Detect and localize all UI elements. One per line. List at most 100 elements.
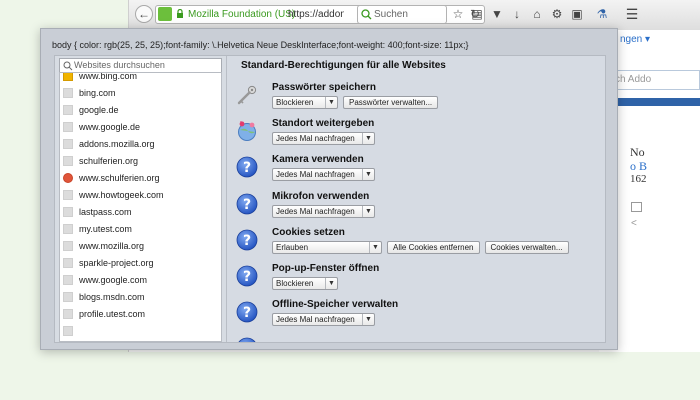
hamburger-menu-icon[interactable]: ☰ (625, 7, 639, 21)
blank-favicon-icon (63, 122, 73, 132)
permissions-panel: body { color: rgb(25, 25, 25);font-famil… (40, 28, 618, 350)
site-list-item[interactable]: www.bing.com (60, 73, 221, 86)
site-name: www.schulferien.org (79, 173, 160, 183)
site-list-item[interactable]: blogs.msdn.com (60, 290, 221, 307)
settings-gear-icon[interactable]: ⚙ (550, 7, 564, 21)
permission-select-value: Jedes Mal nachfragen (276, 206, 355, 216)
developer-tools-icon[interactable]: ⚗ (595, 7, 609, 21)
blank-favicon-icon (63, 275, 73, 285)
site-name: addons.mozilla.org (79, 139, 155, 149)
svg-text:?: ? (243, 197, 251, 213)
site-list-item[interactable] (60, 324, 221, 341)
question-icon: ? (236, 156, 258, 178)
permission-title: Standort weitergeben (272, 118, 375, 130)
site-list-item[interactable]: schulferien.org (60, 154, 221, 171)
permission-controls: Erlauben ▼ Alle Cookies entfernen Cookies v… (272, 240, 574, 255)
permission-action-button[interactable]: Passwörter verwalten... (343, 96, 439, 109)
question-icon: ? (236, 337, 258, 342)
site-name: blogs.msdn.com (79, 292, 145, 302)
site-list-item[interactable]: my.utest.com (60, 222, 221, 239)
site-name: sparkle-project.org (79, 258, 154, 268)
svg-text:?: ? (243, 341, 251, 342)
search-box[interactable]: Suchen (357, 5, 447, 24)
site-list-item[interactable]: www.google.de (60, 120, 221, 137)
permission-select-value: Jedes Mal nachfragen (276, 134, 355, 144)
blank-favicon-icon (63, 241, 73, 251)
permission-controls: Blockieren ▼ Passwörter verwalten... (272, 96, 443, 110)
site-list-item[interactable]: google.de (60, 103, 221, 120)
site-list-item[interactable]: lastpass.com (60, 205, 221, 222)
schulferien-favicon-icon (63, 173, 73, 183)
search-engine-icon (361, 9, 372, 20)
site-list-item[interactable]: www.howtogeek.com (60, 188, 221, 205)
key-icon (236, 84, 258, 106)
site-identity[interactable]: Mozilla Foundation (US) (188, 9, 295, 20)
permission-controls: Jedes Mal nachfragen ▼ (272, 204, 380, 219)
page-header-band (608, 98, 700, 106)
blank-favicon-icon (63, 326, 73, 336)
blank-favicon-icon (63, 292, 73, 302)
question-icon: ? (236, 193, 258, 215)
blank-favicon-icon (63, 88, 73, 98)
blank-favicon-icon (63, 190, 73, 200)
page-search-input[interactable]: ch Addo (610, 70, 700, 90)
page-language-link[interactable]: ngen ▾ (620, 34, 650, 45)
permission-title: Pop-up-Fenster öffnen (272, 263, 380, 274)
permission-title: Passwörter speichern (272, 82, 376, 93)
permission-select[interactable]: Erlauben ▼ (272, 240, 382, 254)
permission-action-button[interactable]: Cookies verwalten... (484, 240, 569, 254)
permission-select[interactable]: Blockieren ▼ (272, 277, 338, 290)
back-arrow-icon: ← (138, 7, 150, 21)
permission-row: ? Kamera verwenden Jedes Mal nachfragen ▼ (234, 154, 604, 190)
site-list-item[interactable]: addons.mozilla.org (60, 137, 221, 154)
permission-select[interactable]: Jedes Mal nachfragen ▼ (272, 168, 375, 182)
site-name: bing.com (79, 88, 116, 98)
svg-text:?: ? (243, 305, 251, 321)
page-link-text[interactable]: o B (630, 159, 647, 174)
permission-select-value: Jedes Mal nachfragen (276, 170, 355, 180)
site-name: schulferien.org (79, 156, 139, 166)
permission-action-button[interactable]: Alle Cookies entfernen (387, 240, 480, 254)
permissions-pane: Standard-Berechtigungen für alle Website… (226, 56, 605, 342)
permission-select[interactable]: Jedes Mal nachfragen ▼ (272, 313, 375, 327)
site-name: www.howtogeek.com (79, 190, 164, 200)
back-button[interactable]: ← (135, 5, 153, 23)
site-list-item[interactable]: www.mozilla.org (60, 239, 221, 256)
search-placeholder: Suchen (374, 9, 408, 20)
site-name: www.mozilla.org (79, 241, 145, 251)
permission-controls: Blockieren ▼ (272, 277, 343, 291)
question-icon: ? (236, 301, 258, 323)
permission-select-value: Jedes Mal nachfragen (276, 315, 355, 325)
question-icon: ? (236, 229, 258, 251)
downloads-icon[interactable]: ↓ (510, 7, 524, 21)
browser-toolbar: ← Mozilla Foundation (US) https://addons… (129, 0, 700, 31)
sites-pane: Websites durchsuchen www.bing.com bing.co… (55, 56, 227, 342)
home-icon[interactable]: ⌂ (530, 7, 544, 21)
site-list-item[interactable]: bing.com (60, 86, 221, 103)
chat-icon[interactable]: ▣ (570, 7, 584, 21)
permission-select-value: Blockieren (276, 279, 314, 288)
site-list[interactable]: www.bing.com bing.com google.de www.google.… (59, 72, 222, 342)
permission-select[interactable]: Jedes Mal nachfragen ▼ (272, 204, 375, 218)
permission-controls: Jedes Mal nachfragen ▼ (272, 168, 380, 182)
bing-favicon-icon (63, 73, 73, 81)
pocket-icon[interactable]: ▼ (490, 7, 504, 21)
permission-row: ? Offline-Speicher verwalten Jedes Mal nac… (234, 299, 604, 335)
site-list-item[interactable]: sparkle-project.org (60, 256, 221, 273)
site-list-item[interactable]: www.google.com (60, 273, 221, 290)
permission-select[interactable]: Jedes Mal nachfragen ▼ (272, 132, 375, 146)
site-name: www.google.com (79, 275, 148, 285)
lock-icon (177, 9, 183, 18)
css-rule-text: body { color: rgb(25, 25, 25);font-famil… (52, 40, 469, 50)
permission-select-value: Blockieren (276, 98, 314, 107)
site-search-input[interactable]: Websites durchsuchen (59, 58, 222, 73)
blank-favicon-icon (63, 156, 73, 166)
site-list-item[interactable]: www.schulferien.org (60, 171, 221, 188)
question-icon: ? (236, 265, 258, 287)
permission-select[interactable]: Blockieren ▼ (272, 96, 338, 109)
site-list-item[interactable]: profile.utest.com (60, 307, 221, 324)
bookmark-star-icon[interactable]: ☆ (451, 7, 465, 21)
reading-list-icon[interactable]: ▤ (470, 7, 484, 21)
permission-title: Mikrofon verwenden (272, 190, 370, 202)
addon-puzzle-icon (158, 7, 172, 21)
